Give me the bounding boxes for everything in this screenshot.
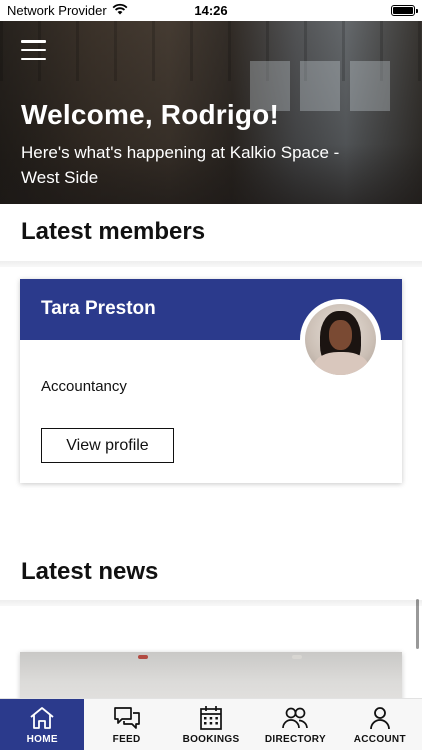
avatar[interactable] — [300, 299, 381, 380]
news-image-detail — [292, 655, 302, 659]
tab-label-feed: FEED — [112, 734, 141, 745]
tab-label-directory: DIRECTORY — [264, 734, 326, 745]
tab-bookings[interactable]: BOOKINGS — [169, 699, 253, 750]
tab-bar: HOME FEED BOOKINGS DIRECTORY ACCOUNT — [0, 698, 422, 750]
scrollbar[interactable] — [416, 599, 419, 649]
battery-icon — [391, 5, 418, 16]
tab-home[interactable]: HOME — [0, 699, 85, 750]
people-icon — [282, 707, 309, 729]
home-icon — [30, 707, 54, 729]
carrier-name: Network Provider — [7, 3, 107, 18]
welcome-title: Welcome, Rodrigo! — [21, 99, 280, 130]
status-bar: Network Provider 14:26 — [0, 0, 422, 21]
tab-label-home: HOME — [26, 734, 58, 745]
battery-level — [393, 7, 413, 14]
latest-members-heading: Latest members — [21, 218, 206, 245]
news-image-detail — [138, 655, 148, 659]
section-divider — [0, 261, 422, 267]
hero-window — [350, 61, 390, 111]
member-card[interactable]: Tara Preston Accountancy View profile — [20, 279, 402, 483]
status-left: Network Provider — [7, 3, 128, 18]
latest-news-heading: Latest news — [21, 558, 159, 585]
calendar-icon — [200, 706, 222, 730]
tab-label-bookings: BOOKINGS — [182, 734, 240, 745]
wifi-icon — [112, 3, 128, 18]
hero-banner: Welcome, Rodrigo! Here's what's happenin… — [0, 21, 422, 204]
tab-account[interactable]: ACCOUNT — [338, 699, 422, 750]
hero-window — [300, 61, 340, 111]
chat-bubbles-icon — [113, 707, 140, 729]
tab-directory[interactable]: DIRECTORY — [253, 699, 337, 750]
tab-feed[interactable]: FEED — [84, 699, 168, 750]
hamburger-menu-icon[interactable] — [21, 40, 46, 60]
welcome-subtitle: Here's what's happening at Kalkio Space … — [21, 143, 340, 187]
member-role: Accountancy — [41, 378, 127, 395]
section-divider — [0, 600, 422, 606]
tab-label-account: ACCOUNT — [353, 734, 406, 745]
user-icon — [369, 707, 390, 730]
avatar-photo — [305, 304, 376, 375]
view-profile-button[interactable]: View profile — [41, 428, 174, 463]
